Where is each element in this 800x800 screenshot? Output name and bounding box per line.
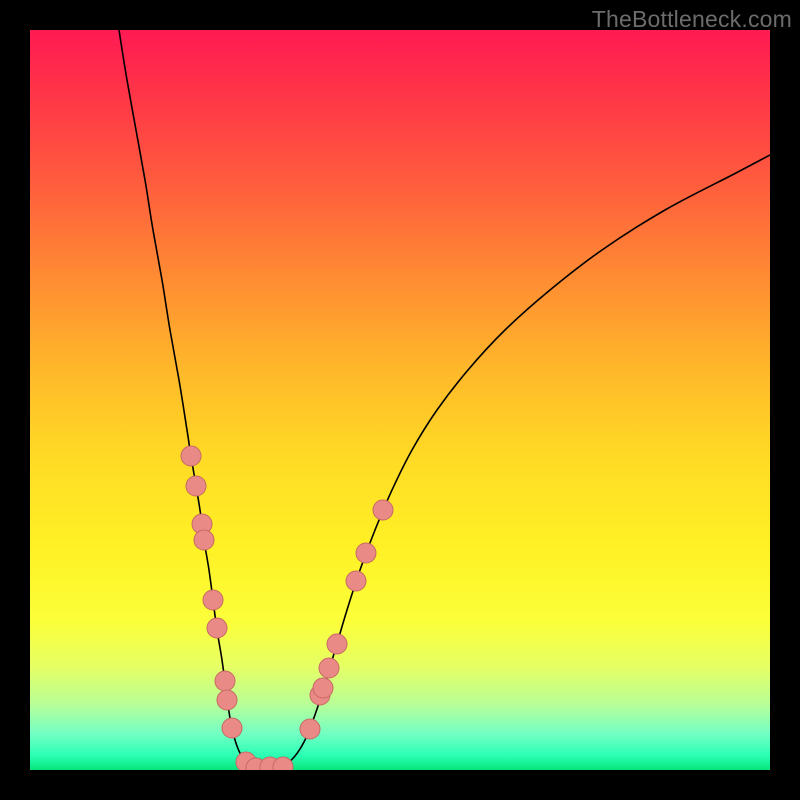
scatter-dots (30, 30, 770, 770)
data-dot (346, 571, 366, 591)
data-dot (203, 590, 223, 610)
watermark-text: TheBottleneck.com (592, 6, 792, 33)
data-dot (207, 618, 227, 638)
data-dot (319, 658, 339, 678)
data-dot (217, 690, 237, 710)
data-dot (327, 634, 347, 654)
data-dot (194, 530, 214, 550)
data-dot (300, 719, 320, 739)
data-dot (181, 446, 201, 466)
data-dot (373, 500, 393, 520)
data-dot (186, 476, 206, 496)
data-dot (222, 718, 242, 738)
data-dot (313, 678, 333, 698)
chart-frame: TheBottleneck.com (0, 0, 800, 800)
data-dot (356, 543, 376, 563)
plot-area (30, 30, 770, 770)
data-dot (215, 671, 235, 691)
